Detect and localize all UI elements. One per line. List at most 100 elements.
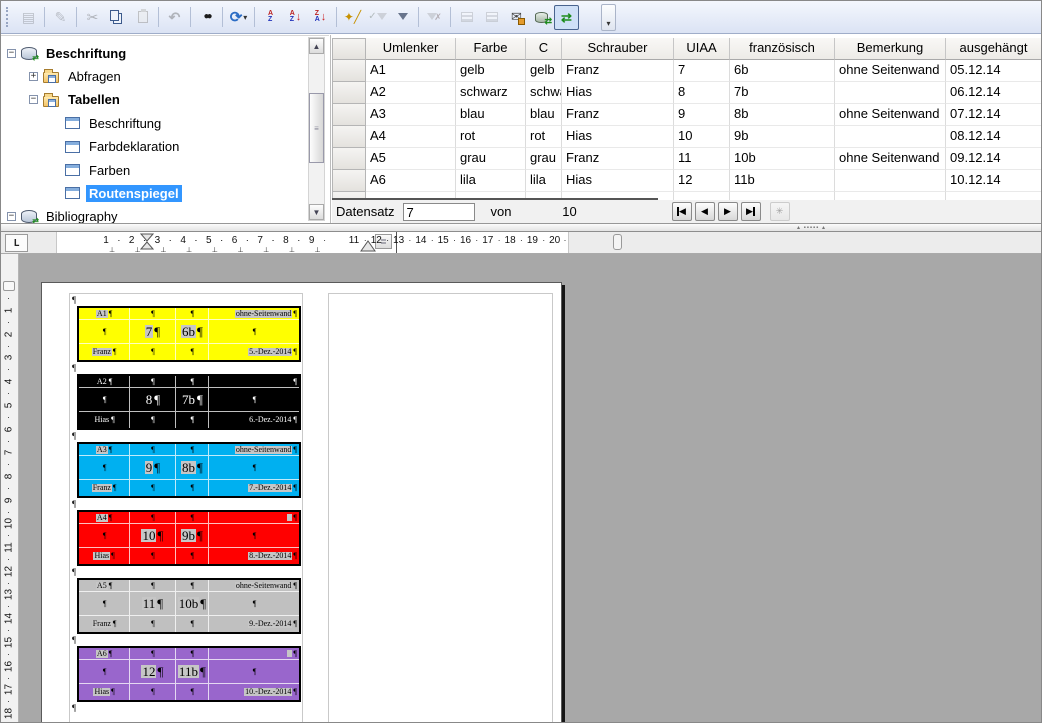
grid-cell[interactable]: blau xyxy=(456,104,526,126)
row-header[interactable] xyxy=(332,82,366,104)
expander-icon[interactable]: − xyxy=(7,49,16,58)
toolbar-grip[interactable] xyxy=(6,7,11,27)
label-cell[interactable]: ¶ xyxy=(209,524,299,548)
label-cell[interactable]: Franz¶ xyxy=(79,480,130,496)
label-cell[interactable]: A4¶ xyxy=(79,512,130,524)
grid-cell[interactable]: Franz xyxy=(562,104,674,126)
refresh-button[interactable]: ⟳▾ xyxy=(226,5,251,30)
pane-splitter[interactable]: ▴ ▪▪▪▪▪ ▴ xyxy=(1,223,1042,232)
tab-stop-selector[interactable]: L xyxy=(5,234,28,252)
grid-corner-cell[interactable] xyxy=(332,38,366,60)
label-cell[interactable]: ¶ xyxy=(209,388,299,412)
grid-cell[interactable]: schwarz xyxy=(526,82,562,104)
label-cell[interactable]: Hias¶ xyxy=(79,548,130,564)
route-label-a4[interactable]: A4¶¶¶¶¶10¶9b¶¶Hias¶¶¶8.-Dez.-2014¶ xyxy=(77,510,301,566)
label-cell[interactable]: A6¶ xyxy=(79,648,130,660)
grid-cell[interactable]: 08.12.14 xyxy=(946,126,1042,148)
first-record-button[interactable]: ◀ xyxy=(672,202,692,221)
tree-item-routenspiegel[interactable]: Routenspiegel xyxy=(51,182,182,204)
grid-cell[interactable]: blau xyxy=(526,104,562,126)
row-header[interactable] xyxy=(332,126,366,148)
label-cell[interactable]: ¶ xyxy=(130,512,175,524)
find-record-button[interactable]: ●● xyxy=(194,5,219,30)
tree-item-beschriftung[interactable]: −Beschriftung xyxy=(7,42,129,64)
splitter-grip-icon[interactable]: ▴ ▪▪▪▪▪ ▴ xyxy=(797,224,826,231)
grid-cell[interactable]: Franz xyxy=(562,60,674,82)
grid-cell[interactable]: 11 xyxy=(674,148,730,170)
route-label-a1[interactable]: A1¶¶¶ohne-Seitenwand¶¶7¶6b¶¶Franz¶¶¶5.-D… xyxy=(77,306,301,362)
grid-cell[interactable]: A4 xyxy=(366,126,456,148)
row-header[interactable] xyxy=(332,148,366,170)
expander-icon[interactable]: − xyxy=(29,95,38,104)
label-cell[interactable]: ¶ xyxy=(130,548,175,564)
label-cell[interactable]: Franz¶ xyxy=(79,616,130,632)
column-header-UIAA[interactable]: UIAA xyxy=(674,38,730,60)
row-header[interactable] xyxy=(332,60,366,82)
label-cell[interactable]: 10b¶ xyxy=(176,592,210,616)
tree-item-bibliography[interactable]: −Bibliography xyxy=(7,206,121,223)
route-label-a3[interactable]: A3¶¶¶ohne-Seitenwand¶¶9¶8b¶¶Franz¶¶¶7.-D… xyxy=(77,442,301,498)
grid-cell[interactable] xyxy=(835,192,946,200)
label-cell[interactable]: Franz¶ xyxy=(79,344,130,360)
label-cell[interactable]: 7b¶ xyxy=(176,388,210,412)
autofilter-button[interactable]: ✦╱ xyxy=(340,5,365,30)
label-cell[interactable]: ¶ xyxy=(130,616,175,632)
label-cell[interactable]: ¶ xyxy=(176,548,210,564)
label-cell[interactable]: ¶ xyxy=(209,648,299,660)
data-source-of-current-document-button[interactable]: ⇄ xyxy=(529,5,554,30)
sort-button[interactable]: AZ xyxy=(258,5,283,30)
label-cell[interactable]: 10¶ xyxy=(130,524,175,548)
grid-cell[interactable]: grau xyxy=(526,148,562,170)
label-cell[interactable]: ¶ xyxy=(130,580,175,592)
tree-item-beschriftung[interactable]: Beschriftung xyxy=(51,112,164,134)
grid-cell[interactable]: Hias xyxy=(562,126,674,148)
grid-cell[interactable]: A5 xyxy=(366,148,456,170)
label-cell[interactable]: 7¶ xyxy=(130,320,175,344)
ruler-scale[interactable]: ≣ 1·⊥2··⊥3··⊥4··⊥5··⊥6··⊥7··⊥8··⊥9··⊥111… xyxy=(56,232,569,253)
grid-cell[interactable]: 06.12.14 xyxy=(946,82,1042,104)
label-cell[interactable]: ohne-Seitenwand¶ xyxy=(209,444,299,456)
label-cell[interactable]: ¶ xyxy=(176,444,210,456)
sort-descending-button[interactable]: ZA↓ xyxy=(308,5,333,30)
grid-cell[interactable]: 12 xyxy=(674,170,730,192)
grid-cell[interactable] xyxy=(730,192,835,200)
label-cell[interactable]: 8.-Dez.-2014¶ xyxy=(209,548,299,564)
grid-cell[interactable]: gelb xyxy=(456,60,526,82)
toolbar-overflow-button[interactable]: ▾ xyxy=(601,4,616,31)
explorer-on-off-button[interactable]: ⇄ xyxy=(554,5,579,30)
grid-cell[interactable]: 8b xyxy=(730,104,835,126)
label-cell[interactable]: ¶ xyxy=(176,308,210,320)
column-header-ausgehängt[interactable]: ausgehängt xyxy=(946,38,1042,60)
label-cell[interactable]: 12¶ xyxy=(130,660,175,684)
label-cell[interactable]: ¶ xyxy=(130,684,175,700)
row-header[interactable] xyxy=(332,104,366,126)
label-cell[interactable]: ¶ xyxy=(130,412,175,428)
label-cell[interactable]: Hias¶ xyxy=(79,412,130,428)
route-label-a2[interactable]: A2¶¶¶¶¶8¶7b¶¶Hias¶¶¶6.-Dez.-2014¶ xyxy=(77,374,301,430)
label-cell[interactable]: ¶ xyxy=(209,376,299,388)
column-header-französisch[interactable]: französisch xyxy=(730,38,835,60)
grid-cell[interactable]: 6b xyxy=(730,60,835,82)
grid-cell[interactable]: 10.12.14 xyxy=(946,170,1042,192)
previous-record-button[interactable]: ◀ xyxy=(695,202,715,221)
label-cell[interactable]: ¶ xyxy=(176,412,210,428)
vertical-ruler[interactable]: 1··2·3·4·5·6·7·8·9·10·11·12·13·14·15·16·… xyxy=(1,254,19,723)
grid-cell[interactable]: Franz xyxy=(562,148,674,170)
grid-cell[interactable]: ohne Seitenwand xyxy=(835,104,946,126)
grid-cell[interactable]: gelb xyxy=(526,60,562,82)
last-record-button[interactable]: ▶ xyxy=(741,202,761,221)
grid-cell[interactable]: 8 xyxy=(674,82,730,104)
top-margin-marker[interactable] xyxy=(3,281,15,291)
route-label-a6[interactable]: A6¶¶¶¶¶12¶11b¶¶Hias¶¶¶10.-Dez.-2014¶ xyxy=(77,646,301,702)
grid-cell[interactable]: A6 xyxy=(366,170,456,192)
grid-cell[interactable]: 07.12.14 xyxy=(946,104,1042,126)
label-cell[interactable]: ¶ xyxy=(130,480,175,496)
standard-filter-button[interactable] xyxy=(390,5,415,30)
sort-ascending-button[interactable]: AZ↓ xyxy=(283,5,308,30)
label-cell[interactable]: ¶ xyxy=(176,480,210,496)
label-cell[interactable]: ¶ xyxy=(79,456,130,480)
grid-cell[interactable]: 11b xyxy=(730,170,835,192)
label-cell[interactable]: ¶ xyxy=(130,648,175,660)
grid-cell[interactable] xyxy=(835,82,946,104)
right-margin-marker[interactable] xyxy=(613,234,622,250)
